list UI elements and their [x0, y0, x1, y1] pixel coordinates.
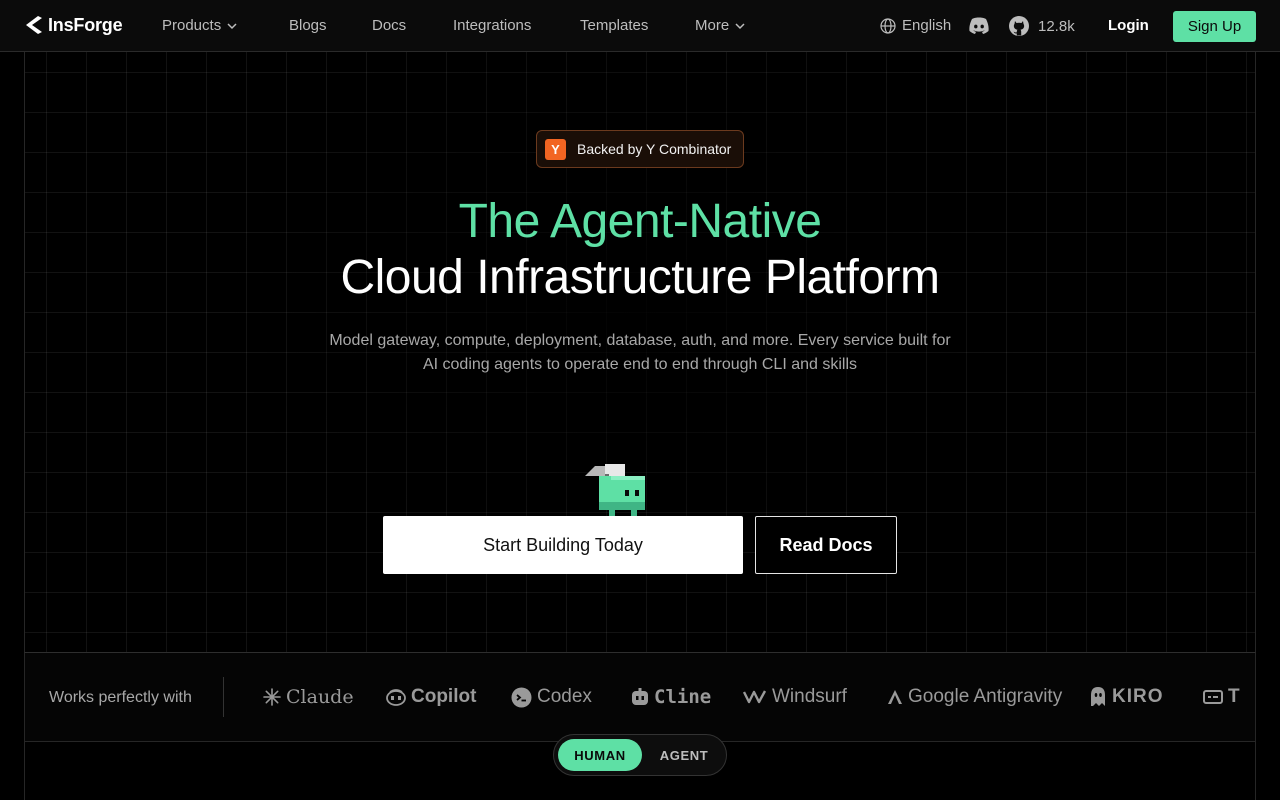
claude-sparkle-icon — [263, 688, 281, 706]
discord-icon[interactable] — [968, 16, 990, 36]
read-docs-button[interactable]: Read Docs — [755, 516, 897, 574]
nav-blogs-label: Blogs — [289, 17, 327, 34]
cline-icon — [632, 688, 648, 705]
nav-docs[interactable]: Docs — [372, 17, 406, 34]
works-with-divider — [223, 677, 224, 717]
nav-docs-label: Docs — [372, 17, 407, 34]
partner-t[interactable]: T — [1203, 686, 1240, 708]
partner-cline-label: Cline — [654, 686, 712, 708]
language-selector[interactable]: English — [880, 17, 951, 34]
partner-kiro-label: KIRO — [1112, 686, 1164, 707]
kiro-ghost-icon — [1091, 687, 1105, 706]
windsurf-icon — [743, 690, 767, 704]
partner-copilot-label: Copilot — [411, 686, 477, 707]
hero-subtitle-line2: AI coding agents to operate end to end t… — [422, 356, 858, 373]
human-agent-toggle: HUMAN AGENT — [553, 734, 727, 776]
insforge-logo-icon — [26, 16, 42, 34]
nav-more-label: More — [695, 17, 730, 34]
hero-title-line1: The Agent-Native — [458, 195, 822, 248]
partner-kiro[interactable]: KIRO — [1089, 686, 1164, 708]
brand-name: InsForge — [48, 14, 123, 35]
nav-integrations-label: Integrations — [453, 17, 532, 34]
partner-windsurf[interactable]: Windsurf — [743, 686, 847, 708]
partner-claude[interactable]: Claude — [263, 686, 354, 708]
codex-icon — [511, 687, 532, 707]
y-combinator-logo-icon: Y — [545, 138, 566, 160]
partner-google-antigravity[interactable]: Google Antigravity — [887, 686, 1062, 708]
hero-title-line2: Cloud Infrastructure Platform — [340, 251, 940, 304]
partner-codex[interactable]: Codex — [511, 686, 592, 708]
nav-integrations[interactable]: Integrations — [453, 17, 531, 34]
robot-mascot-icon — [585, 464, 645, 516]
partner-google-antigravity-label: Google Antigravity — [908, 686, 1063, 707]
top-navbar: InsForge Products Blogs Docs Integration… — [0, 0, 1280, 52]
yc-badge[interactable]: Y Backed by Y Combinator — [536, 130, 744, 168]
works-with-strip: Works perfectly with Claude Copilot Code… — [24, 652, 1256, 742]
chevron-down-icon — [735, 22, 745, 29]
signup-button[interactable]: Sign Up — [1173, 11, 1256, 42]
nav-more[interactable]: More — [695, 17, 745, 34]
antigravity-icon — [888, 690, 902, 704]
partner-claude-label: Claude — [286, 686, 354, 708]
github-icon — [1009, 16, 1029, 36]
github-link[interactable]: 12.8k — [1008, 15, 1075, 37]
hero-subtitle-line1: Model gateway, compute, deployment, data… — [329, 332, 951, 349]
partner-copilot[interactable]: Copilot — [386, 686, 476, 708]
login-link[interactable]: Login — [1108, 17, 1149, 34]
globe-icon — [880, 17, 896, 34]
github-star-count: 12.8k — [1038, 17, 1075, 35]
nav-blogs[interactable]: Blogs — [289, 17, 327, 34]
partner-windsurf-label: Windsurf — [772, 686, 847, 707]
toggle-human-option[interactable]: HUMAN — [558, 739, 642, 771]
partner-codex-label: Codex — [537, 686, 592, 707]
start-building-button[interactable]: Start Building Today — [383, 516, 743, 574]
chevron-down-icon — [227, 22, 237, 29]
nav-products-label: Products — [162, 17, 222, 34]
partner-cline[interactable]: Cline — [631, 686, 711, 708]
nav-templates[interactable]: Templates — [580, 17, 648, 34]
brand-logo[interactable]: InsForge — [24, 14, 123, 36]
copilot-icon — [386, 689, 406, 706]
hero-subtitle: Model gateway, compute, deployment, data… — [310, 329, 970, 377]
nav-templates-label: Templates — [580, 17, 649, 34]
yc-badge-text: Backed by Y Combinator — [577, 141, 732, 157]
works-with-label: Works perfectly with — [49, 689, 192, 706]
nav-products[interactable]: Products — [162, 17, 237, 34]
toggle-agent-option[interactable]: AGENT — [646, 739, 722, 771]
terminal-icon — [1203, 690, 1223, 704]
partner-t-label: T — [1228, 686, 1240, 707]
language-label: English — [902, 17, 952, 34]
